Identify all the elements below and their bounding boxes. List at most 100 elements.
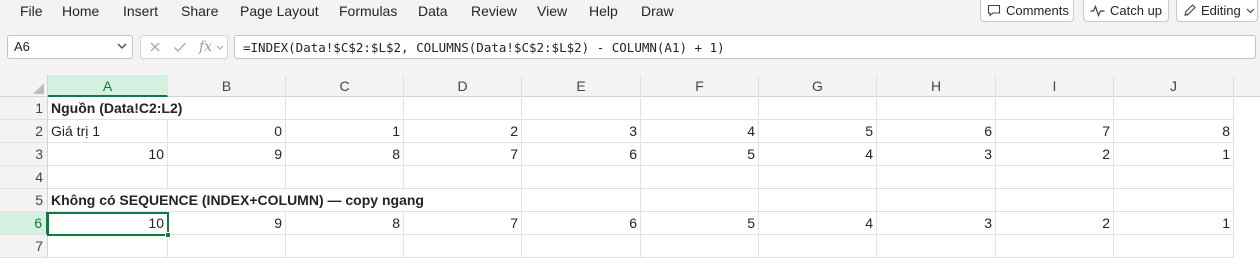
menu-home[interactable]: Home — [62, 3, 99, 19]
comments-button[interactable]: Comments — [980, 0, 1074, 22]
column-header-i[interactable]: I — [996, 75, 1114, 97]
cell-f3[interactable]: 5 — [641, 143, 759, 166]
select-all-corner[interactable] — [0, 75, 48, 97]
menu-share[interactable]: Share — [181, 3, 218, 19]
cell-f5[interactable] — [641, 189, 759, 212]
name-box[interactable]: A6 — [7, 35, 133, 59]
cell-h6[interactable]: 3 — [877, 212, 996, 235]
cell-a2[interactable]: Giá trị 1 — [48, 120, 168, 143]
menu-file[interactable]: File — [20, 3, 43, 19]
menu-review[interactable]: Review — [471, 3, 517, 19]
cell-b3[interactable]: 9 — [168, 143, 286, 166]
cell-f2[interactable]: 4 — [641, 120, 759, 143]
cell-b1[interactable] — [168, 97, 286, 120]
column-header-f[interactable]: F — [641, 75, 759, 97]
cell-c2[interactable]: 1 — [286, 120, 404, 143]
row-header-1[interactable]: 1 — [0, 97, 48, 120]
cell-g4[interactable] — [759, 166, 877, 189]
cell-e4[interactable] — [522, 166, 641, 189]
row-header-3[interactable]: 3 — [0, 143, 48, 166]
cell-d4[interactable] — [404, 166, 522, 189]
cell-d2[interactable]: 2 — [404, 120, 522, 143]
cell-b6[interactable]: 9 — [168, 212, 286, 235]
check-icon[interactable] — [173, 41, 187, 53]
cell-c4[interactable] — [286, 166, 404, 189]
cell-c3[interactable]: 8 — [286, 143, 404, 166]
chevron-down-icon[interactable] — [116, 40, 128, 52]
cell-j6[interactable]: 1 — [1114, 212, 1234, 235]
cell-j2[interactable]: 8 — [1114, 120, 1234, 143]
insert-function-button[interactable]: fx — [199, 39, 212, 55]
column-header-a[interactable]: A — [48, 75, 168, 97]
cancel-icon[interactable] — [149, 41, 161, 53]
cell-j1[interactable] — [1114, 97, 1234, 120]
cell-e1[interactable] — [522, 97, 641, 120]
cell-j5[interactable] — [1114, 189, 1234, 212]
cell-a3[interactable]: 10 — [48, 143, 168, 166]
menu-formulas[interactable]: Formulas — [339, 3, 397, 19]
column-header-j[interactable]: J — [1114, 75, 1234, 97]
row-header-2[interactable]: 2 — [0, 120, 48, 143]
column-header-c[interactable]: C — [286, 75, 404, 97]
cell-a4[interactable] — [48, 166, 168, 189]
row-header-5[interactable]: 5 — [0, 189, 48, 212]
cell-e2[interactable]: 3 — [522, 120, 641, 143]
cell-b4[interactable] — [168, 166, 286, 189]
cell-d5[interactable] — [404, 189, 522, 212]
cell-d6[interactable]: 7 — [404, 212, 522, 235]
cell-i2[interactable]: 7 — [996, 120, 1114, 143]
cell-f7[interactable] — [641, 235, 759, 258]
cell-b7[interactable] — [168, 235, 286, 258]
column-header-d[interactable]: D — [404, 75, 522, 97]
menu-data[interactable]: Data — [418, 3, 448, 19]
cell-a5[interactable]: Không có SEQUENCE (INDEX+COLUMN) — copy … — [48, 189, 424, 212]
catch-up-button[interactable]: Catch up — [1083, 0, 1169, 22]
cell-h4[interactable] — [877, 166, 996, 189]
menu-page-layout[interactable]: Page Layout — [240, 3, 319, 19]
cell-a1[interactable]: Nguồn (Data!C2:L2) — [48, 97, 182, 120]
cell-j7[interactable] — [1114, 235, 1234, 258]
cell-i4[interactable] — [996, 166, 1114, 189]
cell-h1[interactable] — [877, 97, 996, 120]
cell-c1[interactable] — [286, 97, 404, 120]
row-header-7[interactable]: 7 — [0, 235, 48, 258]
cell-b2[interactable]: 0 — [168, 120, 286, 143]
cell-g5[interactable] — [759, 189, 877, 212]
cell-a7[interactable] — [48, 235, 168, 258]
cell-i7[interactable] — [996, 235, 1114, 258]
cell-d1[interactable] — [404, 97, 522, 120]
cell-j4[interactable] — [1114, 166, 1234, 189]
menu-insert[interactable]: Insert — [123, 3, 158, 19]
cell-c5[interactable] — [286, 189, 404, 212]
cell-e7[interactable] — [522, 235, 641, 258]
column-header-b[interactable]: B — [168, 75, 286, 97]
cell-g1[interactable] — [759, 97, 877, 120]
row-header-4[interactable]: 4 — [0, 166, 48, 189]
cell-g6[interactable]: 4 — [759, 212, 877, 235]
cell-c6[interactable]: 8 — [286, 212, 404, 235]
column-header-g[interactable]: G — [759, 75, 877, 97]
cell-f4[interactable] — [641, 166, 759, 189]
menu-help[interactable]: Help — [589, 3, 618, 19]
cell-i6[interactable]: 2 — [996, 212, 1114, 235]
cell-d3[interactable]: 7 — [404, 143, 522, 166]
editing-mode-button[interactable]: Editing — [1176, 0, 1258, 22]
chevron-down-icon[interactable] — [216, 45, 224, 51]
cell-g3[interactable]: 4 — [759, 143, 877, 166]
menu-view[interactable]: View — [537, 3, 567, 19]
cell-e5[interactable] — [522, 189, 641, 212]
cell-d7[interactable] — [404, 235, 522, 258]
cell-e3[interactable]: 6 — [522, 143, 641, 166]
cell-i5[interactable] — [996, 189, 1114, 212]
cell-h3[interactable]: 3 — [877, 143, 996, 166]
column-header-e[interactable]: E — [522, 75, 641, 97]
cell-h5[interactable] — [877, 189, 996, 212]
menu-draw[interactable]: Draw — [641, 3, 674, 19]
cell-i1[interactable] — [996, 97, 1114, 120]
cell-h2[interactable]: 6 — [877, 120, 996, 143]
cell-e6[interactable]: 6 — [522, 212, 641, 235]
cell-j3[interactable]: 1 — [1114, 143, 1234, 166]
formula-input[interactable]: =INDEX(Data!$C$2:$L$2, COLUMNS(Data!$C$2… — [234, 35, 1256, 59]
cell-h7[interactable] — [877, 235, 996, 258]
cell-g7[interactable] — [759, 235, 877, 258]
